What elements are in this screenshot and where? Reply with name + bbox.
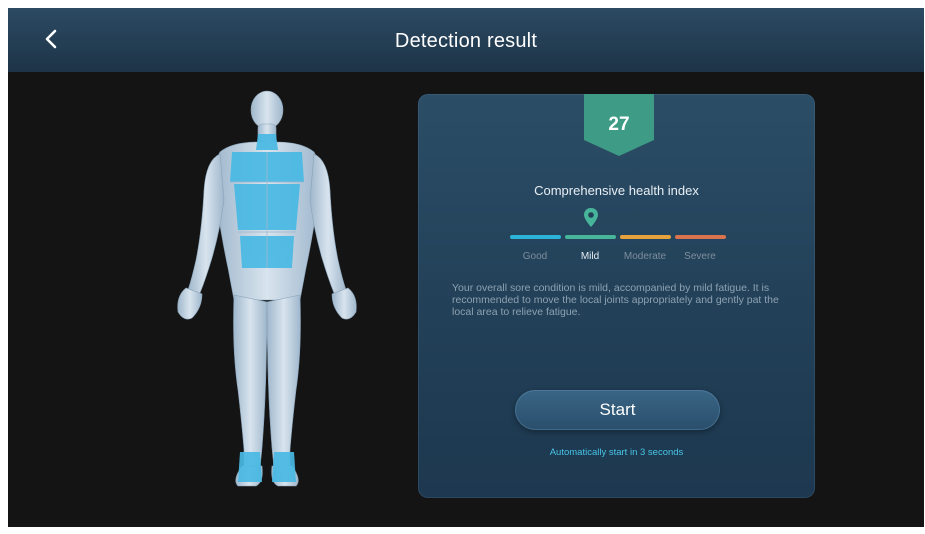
scale-segment-moderate [620, 235, 671, 239]
top-bar: Detection result [8, 8, 924, 72]
highlight-left-ankle [238, 452, 262, 482]
result-card: 27 Comprehensive health index Good Mild … [418, 94, 815, 498]
app-screen: Detection result 27 Comprehensive health… [8, 8, 924, 527]
body-figure [177, 90, 357, 487]
scale-label-moderate: Moderate [623, 251, 667, 262]
scale-label-severe: Severe [684, 251, 716, 262]
scale-label-mild: Mild [580, 251, 600, 262]
scale-label-good: Good [522, 251, 548, 262]
start-button[interactable]: Start [515, 390, 720, 430]
highlight-neck [256, 134, 278, 150]
severity-scale [510, 235, 726, 239]
result-description: Your overall sore condition is mild, acc… [452, 282, 779, 318]
scale-segment-severe [675, 235, 726, 239]
page-title: Detection result [394, 30, 538, 52]
auto-start-notice: Automatically start in 3 seconds [549, 447, 684, 458]
health-index-title: Comprehensive health index [534, 183, 699, 198]
scale-segment-good [510, 235, 561, 239]
location-pin-icon [584, 208, 598, 227]
health-score: 27 [608, 114, 630, 135]
scale-segment-mild [565, 235, 616, 239]
highlight-right-ankle [272, 452, 296, 482]
